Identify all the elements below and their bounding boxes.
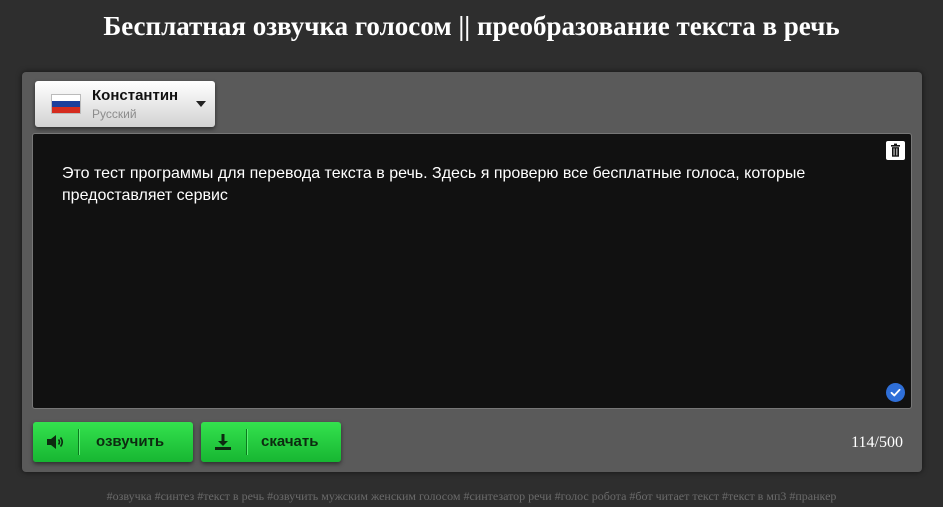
footer-tags: #озвучка #синтез #текст в речь #озвучить… <box>106 489 837 503</box>
button-divider <box>78 429 79 455</box>
text-content[interactable]: Это тест программы для перевода текста в… <box>62 163 862 207</box>
trash-icon <box>891 143 900 157</box>
voice-language: Русский <box>92 107 137 121</box>
speak-button[interactable]: озвучить <box>33 422 193 462</box>
page-title: Бесплатная озвучка голосом || преобразов… <box>103 11 840 41</box>
download-button-label: скачать <box>261 433 319 450</box>
clear-text-button[interactable] <box>886 141 905 160</box>
check-icon <box>886 383 905 402</box>
button-divider <box>246 429 247 455</box>
speaker-icon <box>47 435 64 449</box>
download-icon <box>215 434 231 450</box>
tts-panel: Константин Русский Это тест программы дл… <box>22 72 922 472</box>
russia-flag-icon <box>51 94 81 114</box>
text-input-area[interactable]: Это тест программы для перевода текста в… <box>32 133 912 409</box>
chevron-down-icon <box>196 101 206 107</box>
character-counter: 114/500 <box>851 434 903 451</box>
speak-button-label: озвучить <box>96 433 165 450</box>
voice-select-dropdown[interactable]: Константин Русский <box>35 81 215 127</box>
download-button[interactable]: скачать <box>201 422 341 462</box>
voice-name: Константин <box>92 87 179 104</box>
